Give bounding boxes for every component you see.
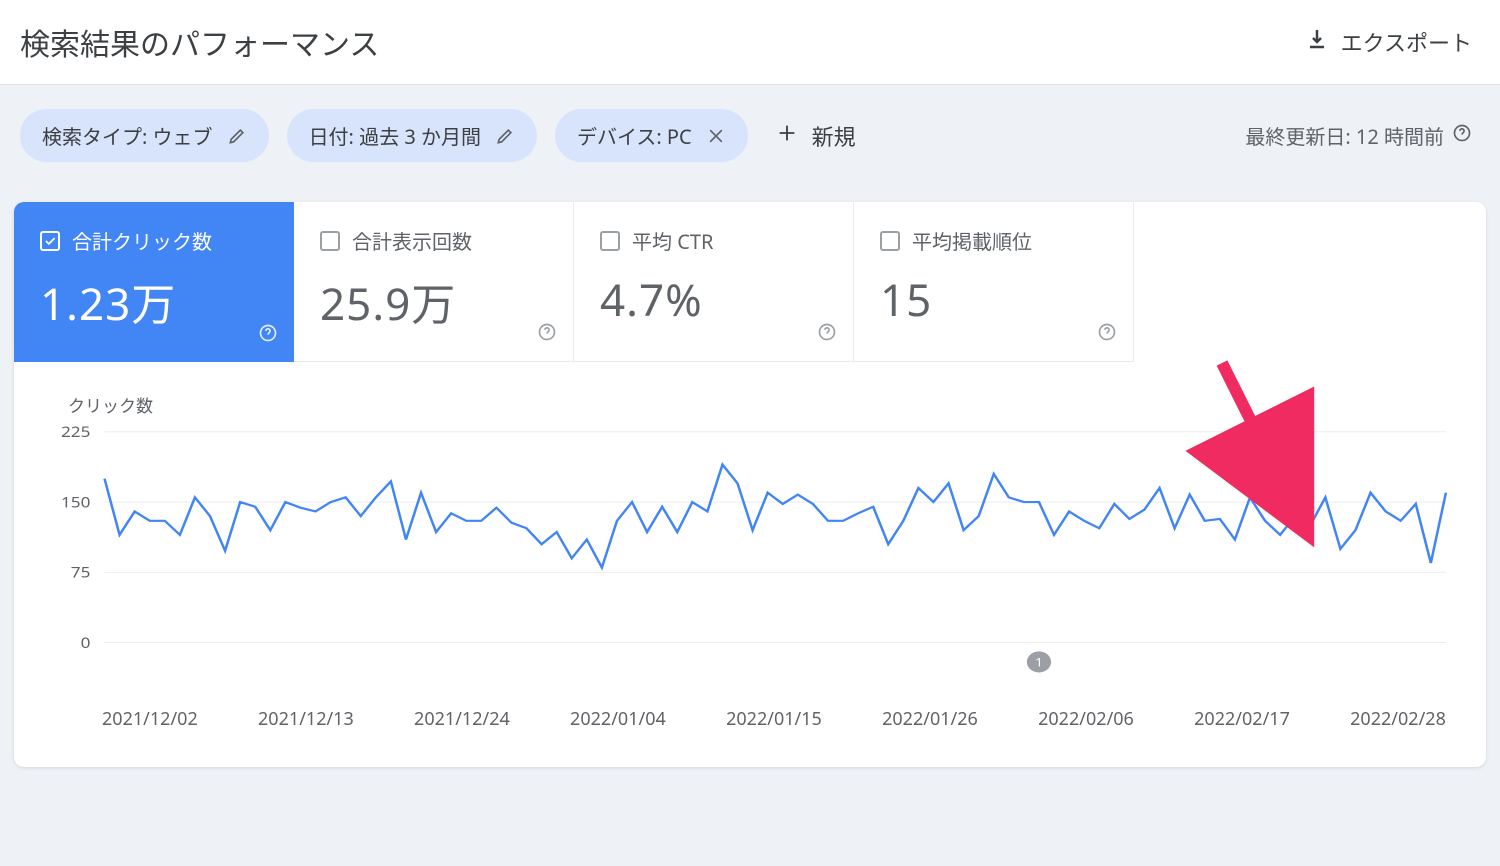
metric-label: 平均掲載順位 bbox=[912, 226, 1032, 255]
export-button[interactable]: エクスポート bbox=[1305, 26, 1472, 58]
filter-chip-label: 検索タイプ: ウェブ bbox=[42, 121, 213, 150]
svg-text:150: 150 bbox=[61, 492, 90, 512]
metric-value: 4.7% bbox=[600, 269, 827, 329]
checkbox-icon bbox=[600, 231, 620, 251]
close-icon bbox=[706, 126, 726, 146]
download-icon bbox=[1305, 27, 1329, 58]
svg-text:0: 0 bbox=[81, 632, 91, 652]
metric-avg-ctr[interactable]: 平均 CTR 4.7% bbox=[574, 202, 854, 362]
plus-icon bbox=[776, 121, 798, 151]
chart-y-title: クリック数 bbox=[68, 392, 1456, 417]
checkbox-icon bbox=[40, 231, 60, 251]
checkbox-icon bbox=[880, 231, 900, 251]
help-icon[interactable] bbox=[1097, 322, 1117, 347]
page-title: 検索結果のパフォーマンス bbox=[20, 20, 379, 64]
metric-total-impressions[interactable]: 合計表示回数 25.9万 bbox=[294, 202, 574, 362]
svg-text:1: 1 bbox=[1035, 654, 1042, 670]
add-filter-button[interactable]: 新規 bbox=[766, 120, 856, 152]
chart-plot-area[interactable]: 0 75 150 225 1 bbox=[44, 423, 1456, 683]
x-tick-label: 2022/02/28 bbox=[1350, 707, 1446, 731]
x-tick-label: 2021/12/24 bbox=[414, 707, 510, 731]
x-tick-label: 2021/12/02 bbox=[102, 707, 198, 731]
chart-x-labels: 2021/12/02 2021/12/13 2021/12/24 2022/01/04… bbox=[44, 707, 1456, 731]
svg-text:225: 225 bbox=[61, 423, 90, 442]
pencil-icon bbox=[227, 126, 247, 146]
help-icon[interactable] bbox=[1452, 122, 1472, 149]
metric-value: 15 bbox=[880, 269, 1107, 329]
chart-container: クリック数 0 75 150 225 1 2021/12/02 2021/12/13 bbox=[14, 362, 1486, 767]
filter-chip-search-type[interactable]: 検索タイプ: ウェブ bbox=[20, 109, 269, 162]
filter-chip-label: デバイス: PC bbox=[577, 121, 692, 150]
filter-chip-label: 日付: 過去 3 か月間 bbox=[309, 121, 481, 150]
metric-total-clicks[interactable]: 合計クリック数 1.23万 bbox=[14, 202, 294, 362]
x-tick-label: 2022/02/06 bbox=[1038, 707, 1134, 731]
filter-chip-date[interactable]: 日付: 過去 3 か月間 bbox=[287, 109, 537, 162]
help-icon[interactable] bbox=[817, 322, 837, 347]
x-tick-label: 2022/02/17 bbox=[1194, 707, 1290, 731]
x-tick-label: 2022/01/26 bbox=[882, 707, 978, 731]
last-updated: 最終更新日: 12 時間前 bbox=[1245, 121, 1472, 150]
x-tick-label: 2022/01/15 bbox=[726, 707, 822, 731]
pencil-icon bbox=[495, 126, 515, 146]
export-label: エクスポート bbox=[1341, 26, 1472, 58]
metric-value: 25.9万 bbox=[320, 269, 547, 333]
svg-text:75: 75 bbox=[71, 562, 91, 582]
metric-label: 平均 CTR bbox=[632, 226, 713, 255]
x-tick-label: 2022/01/04 bbox=[570, 707, 666, 731]
help-icon[interactable] bbox=[258, 323, 278, 348]
metric-avg-position[interactable]: 平均掲載順位 15 bbox=[854, 202, 1134, 362]
x-tick-label: 2021/12/13 bbox=[258, 707, 354, 731]
performance-card: 合計クリック数 1.23万 合計表示回数 25.9万 平均 CTR 4.7% bbox=[14, 202, 1486, 767]
metric-value: 1.23万 bbox=[40, 269, 268, 333]
metric-label: 合計クリック数 bbox=[72, 226, 212, 255]
metric-label: 合計表示回数 bbox=[352, 226, 472, 255]
help-icon[interactable] bbox=[537, 322, 557, 347]
checkbox-icon bbox=[320, 231, 340, 251]
last-updated-label: 最終更新日: 12 時間前 bbox=[1245, 121, 1444, 150]
new-filter-label: 新規 bbox=[812, 120, 856, 152]
filter-chip-device[interactable]: デバイス: PC bbox=[555, 109, 748, 162]
